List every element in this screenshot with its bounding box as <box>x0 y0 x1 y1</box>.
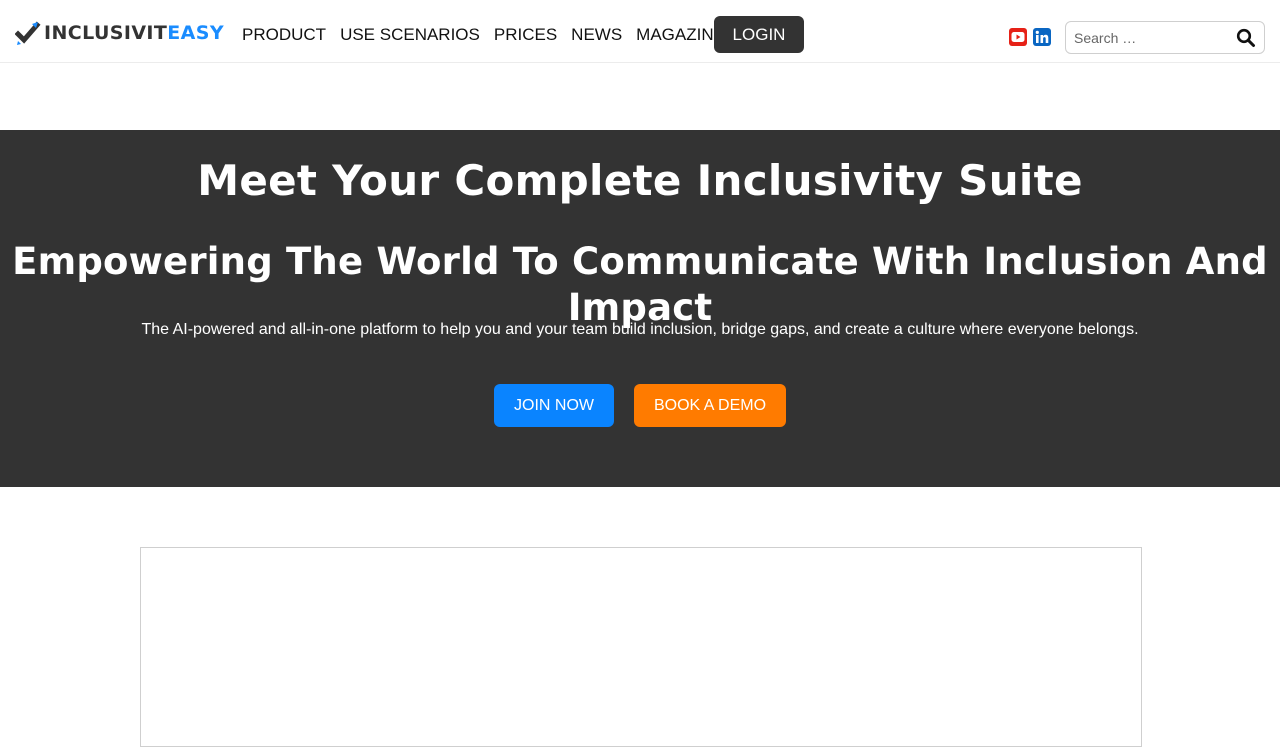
social-links <box>1008 27 1052 47</box>
search-icon[interactable] <box>1236 28 1256 48</box>
nav-item-use-scenarios[interactable]: USE SCENARIOS <box>340 16 480 53</box>
linkedin-icon[interactable] <box>1032 27 1052 47</box>
hero-subtitle: Empowering The World To Communicate With… <box>12 240 1268 329</box>
hero-title: Meet Your Complete Inclusivity Suite <box>197 156 1083 205</box>
youtube-icon[interactable] <box>1008 27 1028 47</box>
hero-description: The AI-powered and all-in-one platform t… <box>141 321 1139 338</box>
nav-item-product[interactable]: PRODUCT <box>242 16 326 53</box>
check-pen-logo-icon <box>15 21 41 45</box>
logo[interactable]: INCLUSIVITEASY <box>15 20 224 46</box>
logo-text-accent: EASY <box>167 22 224 44</box>
hero-section: Meet Your Complete Inclusivity Suite Emp… <box>0 130 1280 487</box>
main-nav: PRODUCT USE SCENARIOS PRICES NEWS MAGAZI… <box>242 16 739 53</box>
nav-item-prices[interactable]: PRICES <box>494 16 557 53</box>
nav-item-magazine[interactable]: MAGAZINE <box>636 16 725 53</box>
search-input[interactable] <box>1074 22 1234 53</box>
nav-item-news[interactable]: NEWS <box>571 16 622 53</box>
search-box <box>1065 21 1265 54</box>
logo-text: INCLUSIVITEASY <box>44 20 224 46</box>
join-now-button[interactable]: JOIN NOW <box>494 384 614 427</box>
book-demo-button[interactable]: BOOK A DEMO <box>634 384 786 427</box>
logo-text-main: INCLUSIVIT <box>44 22 168 44</box>
content-frame <box>140 547 1142 747</box>
login-button[interactable]: LOGIN <box>714 16 804 53</box>
site-header: INCLUSIVITEASY PRODUCT USE SCENARIOS PRI… <box>0 0 1280 63</box>
